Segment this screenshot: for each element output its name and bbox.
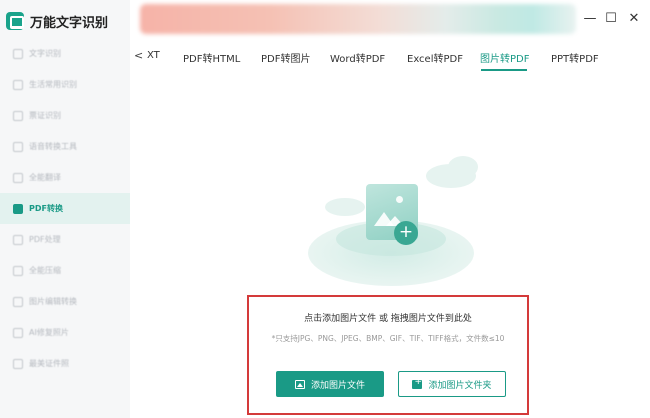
sidebar-item-label: 票证识别 bbox=[29, 111, 61, 120]
tab-image-to-pdf[interactable]: 图片转PDF bbox=[480, 50, 529, 65]
sidebar-item-text-recognition[interactable]: 文字识别 bbox=[0, 38, 130, 69]
main-content: + 点击添加图片文件 或 拖拽图片文件到此处 *只支持JPG、PNG、JPEG、… bbox=[130, 72, 650, 418]
pdf-convert-icon bbox=[13, 203, 23, 214]
format-hint: *只支持JPG、PNG、JPEG、BMP、GIF、TIF、TIFF格式，文件数≤… bbox=[271, 334, 505, 343]
sidebar-item-label: 全能翻译 bbox=[29, 173, 61, 182]
sidebar-item-label: 文字识别 bbox=[29, 49, 61, 58]
minimize-button[interactable]: — bbox=[583, 12, 597, 26]
ai-repair-icon bbox=[13, 327, 23, 338]
sidebar-item-label: AI修复照片 bbox=[29, 328, 69, 337]
tab-excel-to-pdf[interactable]: Excel转PDF bbox=[407, 50, 463, 65]
maximize-button[interactable]: ☐ bbox=[604, 12, 618, 26]
sidebar-item-translate[interactable]: 全能翻译 bbox=[0, 162, 130, 193]
sidebar-item-pdf-convert[interactable]: PDF转换 bbox=[0, 193, 130, 224]
cloud-shape bbox=[325, 198, 365, 216]
sidebar-item-voice-tools[interactable]: 语音转换工具 bbox=[0, 131, 130, 162]
plus-icon: + bbox=[394, 221, 418, 245]
sidebar-item-label: PDF处理 bbox=[29, 235, 61, 244]
compress-icon bbox=[13, 265, 23, 276]
image-icon bbox=[294, 379, 305, 389]
app-title: 万能文字识别 bbox=[30, 15, 109, 31]
file-drop-zone[interactable]: 点击添加图片文件 或 拖拽图片文件到此处 *只支持JPG、PNG、JPEG、BM… bbox=[247, 295, 529, 415]
sidebar-item-life-recognition[interactable]: 生活常用识别 bbox=[0, 69, 130, 100]
sidebar-item-compress[interactable]: 全能压缩 bbox=[0, 255, 130, 286]
active-tab-indicator bbox=[481, 69, 527, 71]
promo-banner[interactable] bbox=[140, 4, 576, 34]
tab-ppt-to-pdf[interactable]: PPT转PDF bbox=[551, 50, 599, 65]
id-photo-icon bbox=[13, 358, 23, 369]
tab-pdf-to-image[interactable]: PDF转图片 bbox=[261, 50, 310, 65]
sidebar-item-id-photo[interactable]: 最美证件照 bbox=[0, 348, 130, 379]
image-edit-icon bbox=[13, 296, 23, 307]
ticket-icon bbox=[13, 110, 23, 121]
add-image-folder-button[interactable]: 添加图片文件夹 bbox=[398, 371, 506, 397]
cloud-shape bbox=[448, 156, 478, 178]
app-logo-icon bbox=[6, 12, 24, 30]
sidebar-menu: 文字识别 生活常用识别 票证识别 语音转换工具 全能翻译 PDF转换 PDF处理… bbox=[0, 38, 130, 379]
close-button[interactable]: ✕ bbox=[627, 12, 641, 26]
add-image-folder-label: 添加图片文件夹 bbox=[428, 380, 492, 391]
sidebar-item-label: 图片编辑转换 bbox=[29, 297, 77, 306]
sidebar-item-ticket-recognition[interactable]: 票证识别 bbox=[0, 100, 130, 131]
translate-icon bbox=[13, 172, 23, 183]
sidebar-item-label: 全能压缩 bbox=[29, 266, 61, 275]
voice-icon bbox=[13, 141, 23, 152]
sidebar-item-image-edit[interactable]: 图片编辑转换 bbox=[0, 286, 130, 317]
sidebar-item-label: 语音转换工具 bbox=[29, 142, 77, 151]
drop-instruction: 点击添加图片文件 或 拖拽图片文件到此处 bbox=[304, 314, 472, 324]
sidebar: 万能文字识别 文字识别 生活常用识别 票证识别 语音转换工具 全能翻译 PDF转… bbox=[0, 0, 130, 418]
sidebar-item-pdf-process[interactable]: PDF处理 bbox=[0, 224, 130, 255]
tab-xt[interactable]: XT bbox=[147, 50, 160, 61]
add-image-file-button[interactable]: 添加图片文件 bbox=[276, 371, 384, 397]
life-scan-icon bbox=[13, 79, 23, 90]
sidebar-item-label: 最美证件照 bbox=[29, 359, 69, 368]
conversion-tabs: < XT PDF转HTML PDF转图片 Word转PDF Excel转PDF … bbox=[130, 42, 650, 72]
tab-word-to-pdf[interactable]: Word转PDF bbox=[330, 50, 385, 65]
brand: 万能文字识别 bbox=[6, 8, 108, 34]
text-scan-icon bbox=[13, 48, 23, 59]
tab-pdf-to-html[interactable]: PDF转HTML bbox=[183, 50, 240, 65]
sidebar-item-label: 生活常用识别 bbox=[29, 80, 77, 89]
pdf-process-icon bbox=[13, 234, 23, 245]
sidebar-item-label: PDF转换 bbox=[29, 204, 63, 213]
sidebar-item-ai-repair[interactable]: AI修复照片 bbox=[0, 317, 130, 348]
add-image-file-label: 添加图片文件 bbox=[310, 380, 365, 391]
tabs-scroll-left-button[interactable]: < bbox=[134, 49, 143, 62]
folder-plus-icon bbox=[412, 377, 423, 389]
top-bar: — ☐ ✕ bbox=[130, 0, 650, 40]
